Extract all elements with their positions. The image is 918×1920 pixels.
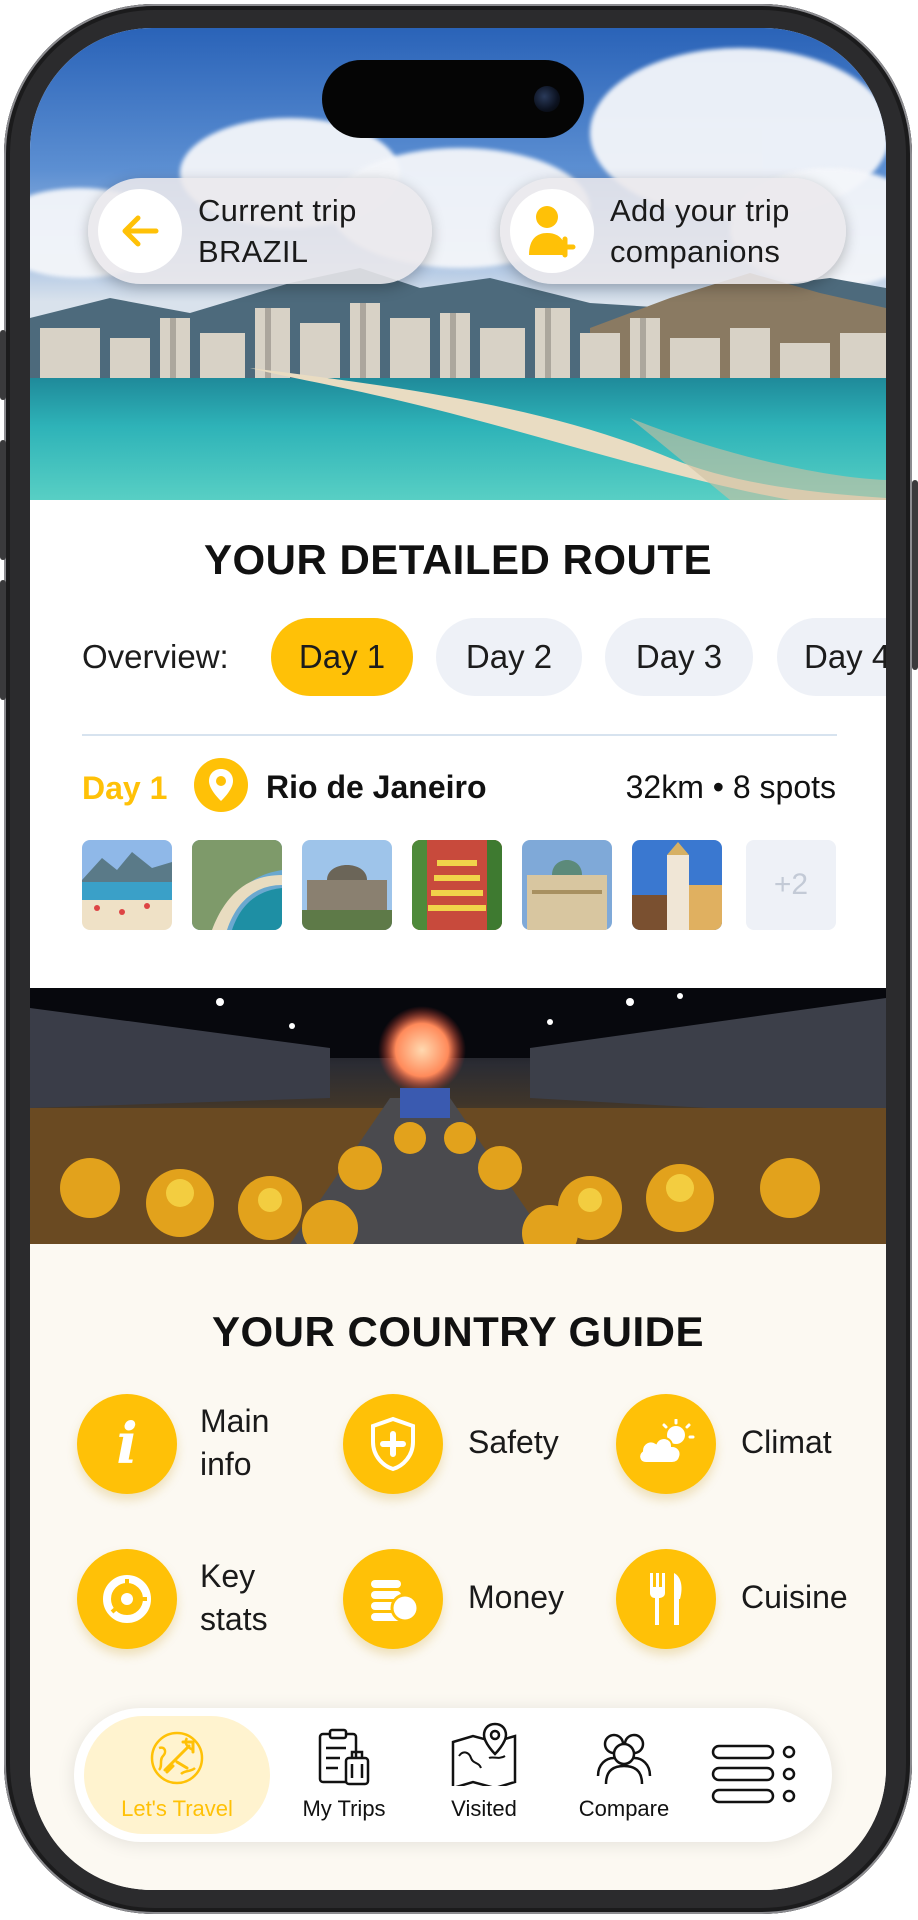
current-trip-pill[interactable]: Current trip BRAZIL	[88, 178, 432, 284]
nav-lets-travel[interactable]: Let's Travel	[84, 1708, 270, 1842]
key-stats-label-line1: Key	[200, 1558, 256, 1594]
safety-label: Safety	[468, 1424, 559, 1460]
route-stats: 32km • 8 spots	[625, 769, 836, 805]
current-trip-label: Current trip	[198, 193, 357, 228]
screen: Current trip BRAZIL Add your trip compan…	[30, 28, 886, 1890]
carnival-image	[30, 988, 886, 1244]
menu-icon	[711, 1744, 796, 1804]
money-label: Money	[468, 1579, 565, 1615]
main-info-label-line1: Main	[200, 1403, 270, 1439]
main-info-button[interactable]: i	[77, 1394, 177, 1494]
cuisine-label: Cuisine	[741, 1579, 848, 1615]
camera-icon	[534, 86, 560, 112]
cutlery-icon	[650, 1573, 682, 1625]
map-pin-icon	[451, 1722, 517, 1786]
overview-label: Overview:	[82, 638, 229, 675]
day-tab-3[interactable]: Day 3	[605, 618, 753, 696]
spot-thumbnail-selaron-steps[interactable]	[412, 840, 502, 930]
money-button[interactable]	[343, 1549, 443, 1649]
coins-icon	[371, 1580, 420, 1623]
nav-label-compare: Compare	[578, 1796, 670, 1821]
key-stats-button[interactable]	[77, 1549, 177, 1649]
mute-switch	[0, 330, 6, 400]
main-info-label-line2: info	[200, 1446, 252, 1482]
nav-label-visited: Visited	[451, 1796, 517, 1821]
safety-button[interactable]	[343, 1394, 443, 1494]
companions-label-line1: Add your trip	[610, 193, 790, 228]
spot-thumbnail-beach[interactable]	[82, 840, 172, 930]
nav-my-trips[interactable]: My Trips	[274, 1708, 414, 1842]
shield-icon	[371, 1416, 415, 1472]
spot-thumbnail-museum[interactable]	[302, 840, 392, 930]
power-button	[912, 480, 918, 670]
divider	[82, 734, 837, 736]
bottom-navigation: Let's Travel My Trips Visited Compare	[74, 1708, 832, 1842]
volume-down-button	[0, 580, 6, 700]
info-icon: i	[116, 1411, 138, 1477]
globe-plane-icon	[150, 1731, 204, 1785]
key-stats-label-line2: stats	[200, 1601, 268, 1637]
nav-menu[interactable]	[694, 1708, 814, 1842]
dynamic-island	[322, 60, 584, 138]
add-user-icon	[529, 206, 576, 258]
cuisine-button[interactable]	[616, 1549, 716, 1649]
key-stats-label: Key stats	[200, 1555, 268, 1641]
spot-thumbnail-theatre[interactable]	[522, 840, 612, 930]
climate-button[interactable]	[616, 1394, 716, 1494]
companions-label-line2: companions	[610, 234, 781, 269]
nav-visited[interactable]: Visited	[414, 1708, 554, 1842]
arrow-left-icon	[122, 215, 159, 247]
nav-label-lets-travel: Let's Travel	[121, 1796, 233, 1821]
current-trip-country: BRAZIL	[198, 234, 309, 269]
city-name: Rio de Janeiro	[266, 769, 487, 805]
main-info-label: Main info	[200, 1400, 269, 1486]
spot-thumbnail-coast[interactable]	[192, 840, 282, 930]
route-section-title: YOUR DETAILED ROUTE	[203, 536, 713, 583]
nav-label-my-trips: My Trips	[302, 1796, 386, 1821]
spot-thumbnail-church[interactable]	[632, 840, 722, 930]
back-button[interactable]	[98, 189, 182, 273]
weather-icon	[638, 1419, 695, 1464]
climate-label: Climat	[741, 1424, 832, 1460]
location-pin-icon	[194, 758, 248, 812]
day-tab-2[interactable]: Day 2	[436, 618, 582, 696]
day-tab-4[interactable]: Day 4	[777, 618, 886, 696]
people-icon	[596, 1733, 652, 1785]
selected-day-label: Day 1	[82, 770, 168, 806]
pie-chart-icon	[103, 1575, 151, 1623]
clipboard-luggage-icon	[318, 1728, 370, 1786]
add-companions-pill[interactable]: Add your trip companions	[500, 178, 846, 284]
guide-section-title: YOUR COUNTRY GUIDE	[211, 1308, 705, 1355]
day-tab-1[interactable]: Day 1	[271, 618, 413, 696]
add-companion-button[interactable]	[510, 189, 594, 273]
nav-compare[interactable]: Compare	[554, 1708, 694, 1842]
more-spots-button[interactable]: +2	[746, 840, 836, 930]
volume-up-button	[0, 440, 6, 560]
